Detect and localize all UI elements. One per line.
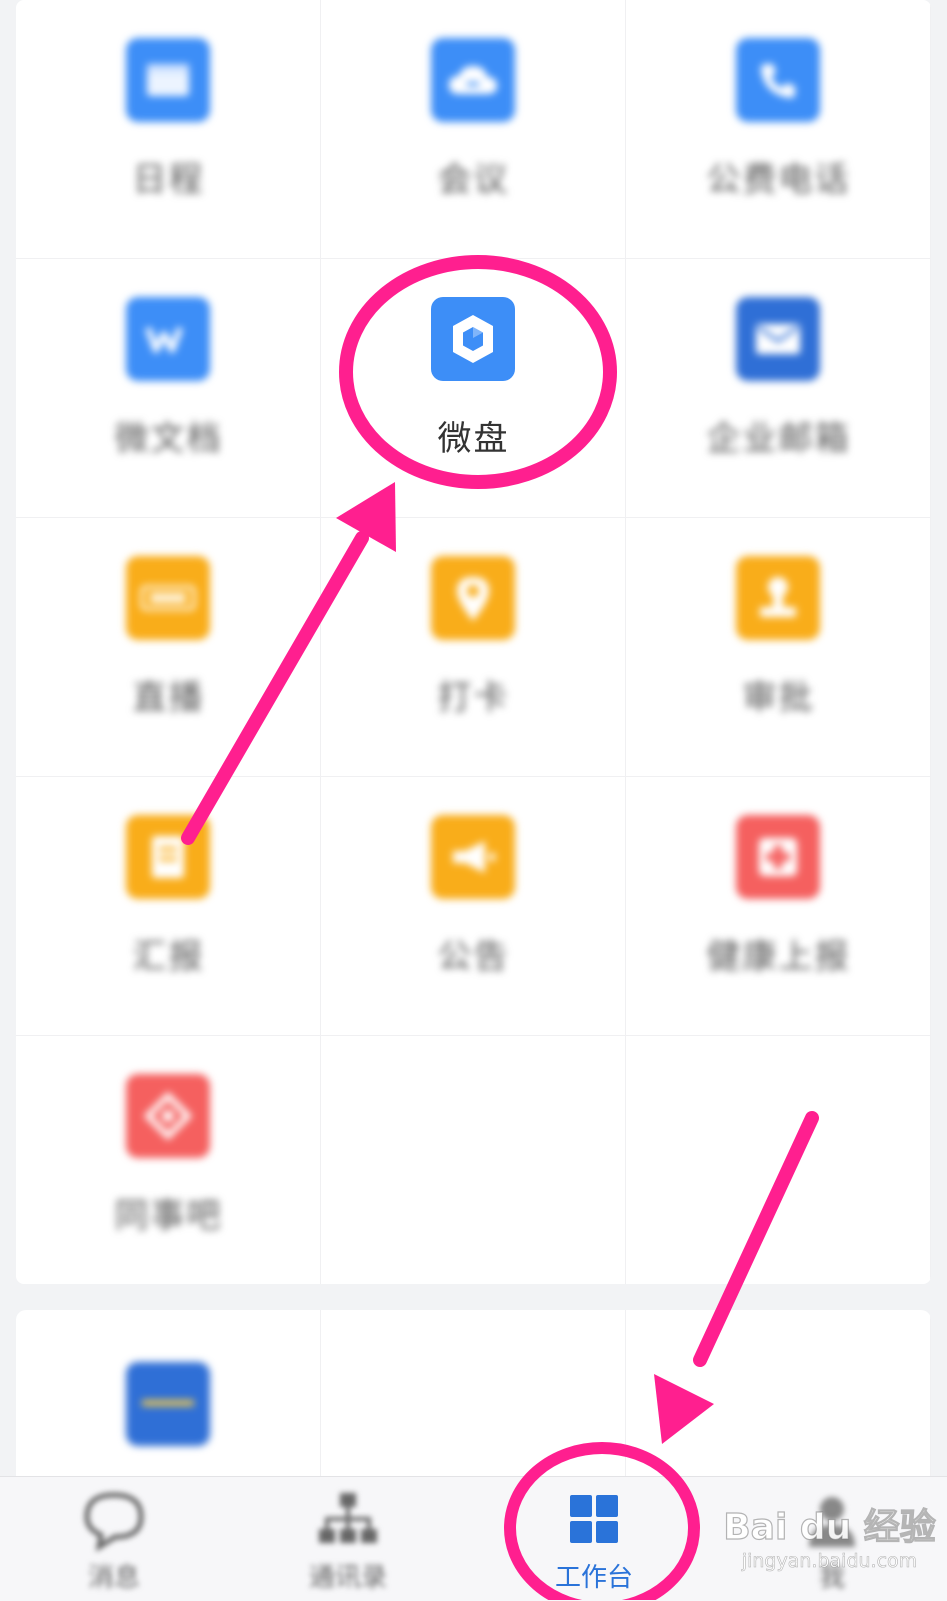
app-label: 企业邮箱 [706, 419, 851, 459]
tab-label: 我 [818, 1563, 845, 1593]
empty-tile [321, 1036, 626, 1284]
tab-label: 工作台 [554, 1563, 633, 1593]
app-tile-checkin[interactable]: 打卡 [321, 518, 626, 777]
org-chart-icon [313, 1489, 383, 1551]
tab-contacts[interactable]: 通讯录 [268, 1477, 428, 1601]
app-tile-calendar[interactable]: 日程 [16, 0, 321, 259]
tab-label: 消息 [87, 1563, 140, 1593]
phone-icon [736, 38, 820, 122]
calendar-icon [126, 38, 210, 122]
app-label: 健康上报 [706, 937, 851, 977]
app-tile-notice[interactable]: 公告 [321, 777, 626, 1036]
app-tile-health-report[interactable]: 健康上报 [626, 777, 931, 1036]
app-tile-meeting[interactable]: 会议 [321, 0, 626, 259]
app-tile-mail[interactable]: 企业邮箱 [626, 259, 931, 518]
app-tile-phone[interactable]: 公费电话 [626, 0, 931, 259]
app-label: 直播 [132, 678, 205, 718]
health-cross-icon [736, 815, 820, 899]
app-label: 打卡 [437, 678, 510, 718]
app-label: 公费电话 [706, 160, 851, 200]
app-tile-weidrive[interactable]: 微盘 [321, 259, 626, 518]
app-label: 微文档 [114, 419, 223, 459]
report-icon [126, 815, 210, 899]
mail-icon [736, 297, 820, 381]
app-grid: 日程 会议 公费电话 微文档 微盘 企业邮箱 直播 打卡 审批 汇报 公告 健康… [16, 0, 931, 1284]
tab-label: 通讯录 [308, 1563, 387, 1593]
app-label: 会议 [437, 160, 510, 200]
tab-messages[interactable]: 消息 [34, 1477, 194, 1601]
location-pin-icon [431, 556, 515, 640]
bottom-tab-bar: 消息 通讯录 工作台 我 [0, 1476, 947, 1601]
app-tile-doc[interactable]: 微文档 [16, 259, 321, 518]
empty-tile [626, 1036, 931, 1284]
workbench-grid-icon [559, 1489, 629, 1551]
tab-me[interactable]: 我 [752, 1477, 912, 1601]
app-label: 日程 [132, 160, 205, 200]
cloud-meeting-icon [431, 38, 515, 122]
card-icon [126, 1362, 210, 1446]
chat-bubble-icon [79, 1489, 149, 1553]
app-label: 汇报 [132, 937, 205, 977]
app-label: 审批 [742, 678, 815, 718]
app-tile-report[interactable]: 汇报 [16, 777, 321, 1036]
megaphone-icon [431, 815, 515, 899]
app-tile-colleagues[interactable]: 同事吧 [16, 1036, 321, 1284]
app-label: 微盘 [437, 419, 510, 459]
drive-cube-icon [431, 297, 515, 381]
person-icon [797, 1489, 867, 1551]
app-tile-approval[interactable]: 审批 [626, 518, 931, 777]
tab-workbench[interactable]: 工作台 [514, 1477, 674, 1601]
workbench-app-grid-card: 日程 会议 公费电话 微文档 微盘 企业邮箱 直播 打卡 审批 汇报 公告 健康… [16, 0, 931, 1284]
app-label: 公告 [437, 937, 510, 977]
colleague-circle-icon [126, 1074, 210, 1158]
app-tile-live[interactable]: 直播 [16, 518, 321, 777]
stamp-icon [736, 556, 820, 640]
document-w-icon [126, 297, 210, 381]
live-icon [126, 556, 210, 640]
app-label: 同事吧 [114, 1196, 223, 1236]
